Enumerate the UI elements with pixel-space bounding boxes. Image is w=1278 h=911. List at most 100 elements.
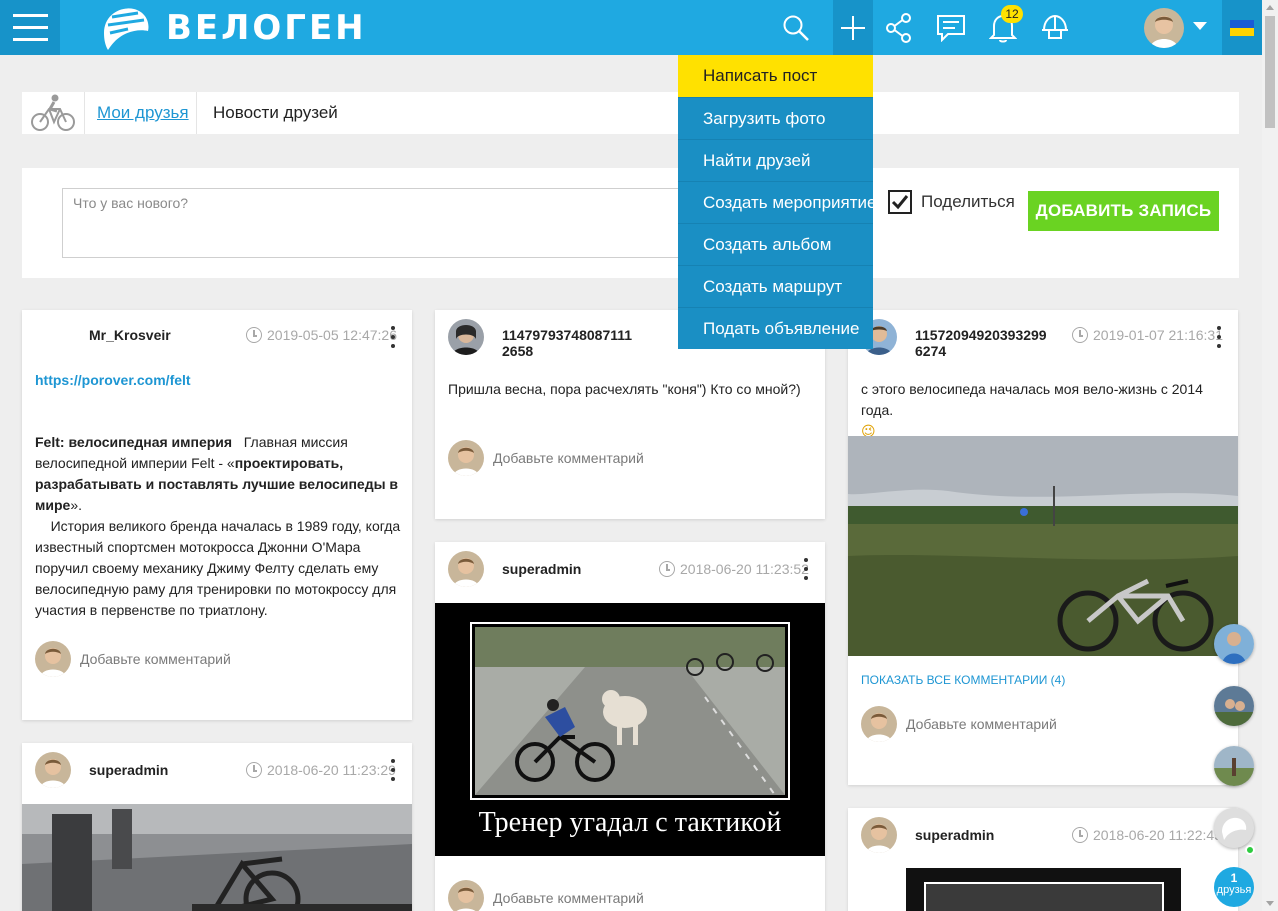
online-friend-avatar[interactable]	[1214, 808, 1254, 848]
post-time-text: 2018-06-20 11:23:29	[267, 762, 396, 778]
scrollbar-thumb[interactable]	[1265, 16, 1275, 128]
post-author[interactable]: superadmin	[502, 561, 581, 577]
divider	[84, 92, 85, 134]
checkbox-checked-icon[interactable]	[888, 190, 912, 214]
breadcrumb: Мои друзья Новости друзей	[22, 92, 1239, 134]
menu-item-write-post[interactable]: Написать пост	[678, 55, 873, 97]
online-friend-avatar[interactable]	[1214, 746, 1254, 786]
new-post-input[interactable]	[62, 188, 702, 258]
breadcrumb-link-my-friends[interactable]: Мои друзья	[97, 103, 189, 123]
post-body: Felt: велосипедная империя Главная мисси…	[35, 432, 403, 621]
post-author[interactable]: superadmin	[915, 827, 994, 843]
menu-icon[interactable]	[0, 0, 60, 55]
clock-icon	[1072, 827, 1088, 843]
menu-item-upload-photo[interactable]: Загрузить фото	[678, 97, 873, 139]
avatar[interactable]	[861, 817, 897, 853]
notification-badge: 12	[1001, 5, 1023, 23]
post-time-text: 2019-05-05 12:47:26	[267, 327, 397, 343]
post-menu-icon[interactable]	[1215, 326, 1223, 348]
comment-input[interactable]: Добавьте комментарий	[35, 641, 231, 677]
avatar[interactable]	[448, 319, 484, 355]
plus-icon[interactable]	[833, 0, 873, 55]
post-photo[interactable]	[906, 868, 1181, 911]
post-author[interactable]: superadmin	[89, 762, 168, 778]
post-composer: Поделиться ДОБАВИТЬ ЗАПИСЬ	[22, 168, 1239, 278]
bell-icon[interactable]: 12	[977, 0, 1029, 55]
share-checkbox[interactable]: Поделиться	[888, 190, 1015, 214]
photo-frame	[470, 622, 790, 800]
avatar	[35, 641, 71, 677]
post-author-line: 2658	[502, 343, 534, 359]
post-time: 2018-06-20 11:22:45	[1072, 827, 1222, 843]
post-link[interactable]: https://porover.com/felt	[35, 372, 191, 388]
menu-item-create-album[interactable]: Создать альбом	[678, 223, 873, 265]
post-author[interactable]: 11572094920393299 6274	[915, 327, 1047, 359]
create-dropdown-menu: Написать пост Загрузить фото Найти друзе…	[678, 55, 876, 349]
post-time: 2019-01-07 21:16:31	[1072, 327, 1223, 343]
post-photo[interactable]	[22, 804, 412, 911]
post-body-text: История великого бренда началась в 1989 …	[35, 518, 401, 618]
top-bar: ВЕЛОГЕН 12	[0, 0, 1262, 55]
scroll-up-icon[interactable]	[1266, 5, 1274, 10]
show-all-comments-link[interactable]: ПОКАЗАТЬ ВСЕ КОММЕНТАРИИ (4)	[861, 673, 1065, 687]
online-friend-avatar[interactable]	[1214, 686, 1254, 726]
logo-text: ВЕЛОГЕН	[166, 8, 367, 48]
post-card: Mr_Krosveir 2019-05-05 12:47:26 https://…	[22, 310, 412, 720]
search-icon[interactable]	[770, 0, 822, 55]
post-body: с этого велосипеда началась моя вело-жиз…	[861, 379, 1231, 443]
scrollbar[interactable]	[1262, 0, 1278, 911]
post-card: superadmin 2018-06-20 11:22:45	[848, 808, 1238, 911]
post-author[interactable]: Mr_Krosveir	[89, 327, 171, 343]
clock-icon	[246, 762, 262, 778]
logo[interactable]: ВЕЛОГЕН	[98, 3, 367, 53]
post-time-text: 2018-06-20 11:22:45	[1093, 827, 1222, 843]
online-friends-counter[interactable]: 1 друзья	[1214, 867, 1254, 907]
comment-input[interactable]: Добавьте комментарий	[448, 440, 644, 476]
post-photo[interactable]: Тренер угадал с тактикой	[435, 603, 825, 856]
post-menu-icon[interactable]	[389, 326, 397, 348]
clock-icon	[659, 561, 675, 577]
cyclist-icon	[26, 92, 80, 134]
post-time: 2019-05-05 12:47:26	[246, 327, 397, 343]
post-time: 2018-06-20 11:23:52	[659, 561, 809, 577]
post-card: superadmin 2018-06-20 11:23:52 Тренер уг…	[435, 542, 825, 911]
avatar[interactable]	[448, 551, 484, 587]
post-menu-icon[interactable]	[389, 759, 397, 781]
messages-icon[interactable]	[925, 0, 977, 55]
friends-count: 1	[1230, 871, 1238, 885]
helmet-logo-icon	[104, 8, 149, 50]
menu-item-create-event[interactable]: Создать мероприятие	[678, 181, 876, 223]
menu-item-find-friends[interactable]: Найти друзей	[678, 139, 873, 181]
post-card: 11572094920393299 6274 2019-01-07 21:16:…	[848, 310, 1238, 785]
post-body: Пришла весна, пора расчехлять "коня") Кт…	[448, 381, 801, 397]
comment-input[interactable]: Добавьте комментарий	[861, 706, 1057, 742]
avatar	[448, 880, 484, 911]
post-author-line: 11572094920393299	[915, 327, 1047, 343]
avatar[interactable]	[35, 752, 71, 788]
clock-icon	[1072, 327, 1088, 343]
menu-item-create-route[interactable]: Создать маршрут	[678, 265, 873, 307]
online-status-icon	[1245, 845, 1255, 855]
comment-placeholder: Добавьте комментарий	[80, 651, 231, 667]
scroll-down-icon[interactable]	[1266, 901, 1274, 906]
post-time-text: 2018-06-20 11:23:52	[680, 561, 809, 577]
user-avatar[interactable]	[1144, 8, 1184, 48]
clock-icon	[246, 327, 262, 343]
photo-frame	[924, 882, 1164, 911]
breadcrumb-current: Новости друзей	[213, 103, 338, 122]
comment-placeholder: Добавьте комментарий	[493, 890, 644, 906]
post-photo[interactable]	[848, 436, 1238, 656]
online-friend-avatar[interactable]	[1214, 624, 1254, 664]
add-post-button[interactable]: ДОБАВИТЬ ЗАПИСЬ	[1028, 191, 1219, 231]
helmet-icon[interactable]	[1029, 0, 1081, 55]
post-body-text: ».	[70, 497, 82, 513]
comment-input[interactable]: Добавьте комментарий	[448, 880, 644, 911]
share-icon[interactable]	[873, 0, 925, 55]
photo-caption: Тренер угадал с тактикой	[478, 807, 782, 838]
language-switcher[interactable]	[1222, 0, 1262, 55]
post-menu-icon[interactable]	[802, 558, 810, 580]
ukraine-flag-icon	[1230, 19, 1254, 36]
post-author[interactable]: 11479793748087111 2658	[502, 327, 632, 359]
menu-item-post-ad[interactable]: Подать объявление	[678, 307, 873, 349]
user-menu-caret-icon[interactable]	[1193, 22, 1207, 30]
